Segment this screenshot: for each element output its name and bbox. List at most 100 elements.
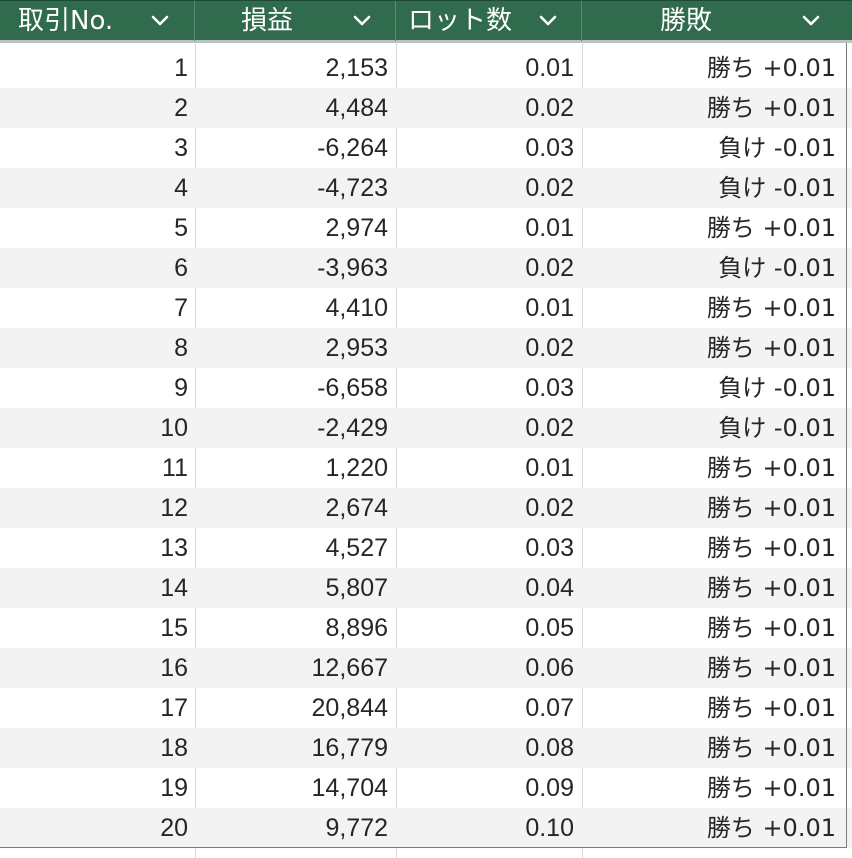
win-loss-cell[interactable]: 勝ち +0.01 — [582, 328, 836, 368]
trade-no-cell[interactable]: 7 — [0, 288, 188, 328]
win-loss-cell[interactable]: 負け -0.01 — [582, 128, 836, 168]
table-row[interactable]: 2 4,484 0.02 勝ち +0.01 — [0, 88, 852, 128]
header-profit-loss[interactable]: 損益 — [195, 1, 396, 41]
lot-size-cell[interactable]: 0.01 — [396, 208, 574, 248]
table-row[interactable]: 3 -6,264 0.03 負け -0.01 — [0, 128, 852, 168]
trade-no-cell[interactable]: 8 — [0, 328, 188, 368]
win-loss-cell[interactable]: 勝ち +0.01 — [582, 288, 836, 328]
table-row[interactable]: 13 4,527 0.03 勝ち +0.01 — [0, 528, 852, 568]
trade-no-cell[interactable]: 15 — [0, 608, 188, 648]
trade-no-cell[interactable]: 18 — [0, 728, 188, 768]
table-row[interactable]: 9 -6,658 0.03 負け -0.01 — [0, 368, 852, 408]
win-loss-cell[interactable]: 勝ち +0.01 — [582, 808, 836, 848]
profit-loss-cell[interactable]: 12,667 — [195, 648, 388, 688]
trade-no-cell[interactable]: 14 — [0, 568, 188, 608]
trade-no-cell[interactable]: 2 — [0, 88, 188, 128]
table-row[interactable]: 20 9,772 0.10 勝ち +0.01 — [0, 808, 852, 848]
profit-loss-cell[interactable]: 4,527 — [195, 528, 388, 568]
lot-size-cell[interactable]: 0.04 — [396, 568, 574, 608]
lot-size-cell[interactable]: 0.01 — [396, 288, 574, 328]
table-row[interactable]: 18 16,779 0.08 勝ち +0.01 — [0, 728, 852, 768]
table-row[interactable]: 19 14,704 0.09 勝ち +0.01 — [0, 768, 852, 808]
win-loss-cell[interactable]: 負け -0.01 — [582, 408, 836, 448]
table-row[interactable]: 6 -3,963 0.02 負け -0.01 — [0, 248, 852, 288]
table-row[interactable]: 14 5,807 0.04 勝ち +0.01 — [0, 568, 852, 608]
table-row[interactable]: 17 20,844 0.07 勝ち +0.01 — [0, 688, 852, 728]
table-row[interactable]: 8 2,953 0.02 勝ち +0.01 — [0, 328, 852, 368]
trade-no-cell[interactable]: 12 — [0, 488, 188, 528]
profit-loss-cell[interactable]: -2,429 — [195, 408, 388, 448]
table-row[interactable]: 15 8,896 0.05 勝ち +0.01 — [0, 608, 852, 648]
trade-no-cell[interactable]: 13 — [0, 528, 188, 568]
profit-loss-cell[interactable]: 16,779 — [195, 728, 388, 768]
lot-size-cell[interactable]: 0.02 — [396, 168, 574, 208]
header-lot-size[interactable]: ロット数 — [396, 1, 582, 41]
trade-no-cell[interactable]: 3 — [0, 128, 188, 168]
lot-size-cell[interactable]: 0.01 — [396, 448, 574, 488]
win-loss-cell[interactable]: 勝ち +0.01 — [582, 568, 836, 608]
profit-loss-cell[interactable]: -4,723 — [195, 168, 388, 208]
trade-no-cell[interactable]: 1 — [0, 48, 188, 88]
trade-no-cell[interactable]: 10 — [0, 408, 188, 448]
win-loss-cell[interactable]: 勝ち +0.01 — [582, 728, 836, 768]
profit-loss-cell[interactable]: 14,704 — [195, 768, 388, 808]
profit-loss-cell[interactable]: 1,220 — [195, 448, 388, 488]
lot-size-cell[interactable]: 0.03 — [396, 128, 574, 168]
chevron-down-icon[interactable] — [801, 11, 821, 31]
header-win-loss[interactable]: 勝敗 — [582, 1, 848, 41]
lot-size-cell[interactable]: 0.06 — [396, 648, 574, 688]
profit-loss-cell[interactable]: 2,974 — [195, 208, 388, 248]
lot-size-cell[interactable]: 0.02 — [396, 248, 574, 288]
table-row[interactable]: 1 2,153 0.01 勝ち +0.01 — [0, 48, 852, 88]
trade-no-cell[interactable]: 20 — [0, 808, 188, 848]
table-row[interactable]: 10 -2,429 0.02 負け -0.01 — [0, 408, 852, 448]
profit-loss-cell[interactable]: 4,410 — [195, 288, 388, 328]
lot-size-cell[interactable]: 0.02 — [396, 488, 574, 528]
win-loss-cell[interactable]: 勝ち +0.01 — [582, 208, 836, 248]
win-loss-cell[interactable]: 負け -0.01 — [582, 168, 836, 208]
lot-size-cell[interactable]: 0.07 — [396, 688, 574, 728]
win-loss-cell[interactable]: 負け -0.01 — [582, 368, 836, 408]
lot-size-cell[interactable]: 0.08 — [396, 728, 574, 768]
win-loss-cell[interactable]: 勝ち +0.01 — [582, 688, 836, 728]
chevron-down-icon[interactable] — [352, 11, 372, 31]
lot-size-cell[interactable]: 0.02 — [396, 408, 574, 448]
profit-loss-cell[interactable]: -3,963 — [195, 248, 388, 288]
profit-loss-cell[interactable]: 2,953 — [195, 328, 388, 368]
win-loss-cell[interactable]: 勝ち +0.01 — [582, 48, 836, 88]
trade-no-cell[interactable]: 17 — [0, 688, 188, 728]
win-loss-cell[interactable]: 勝ち +0.01 — [582, 528, 836, 568]
profit-loss-cell[interactable]: 2,153 — [195, 48, 388, 88]
profit-loss-cell[interactable]: 4,484 — [195, 88, 388, 128]
lot-size-cell[interactable]: 0.10 — [396, 808, 574, 848]
lot-size-cell[interactable]: 0.05 — [396, 608, 574, 648]
lot-size-cell[interactable]: 0.02 — [396, 88, 574, 128]
trade-no-cell[interactable]: 9 — [0, 368, 188, 408]
trade-no-cell[interactable]: 4 — [0, 168, 188, 208]
profit-loss-cell[interactable]: 9,772 — [195, 808, 388, 848]
win-loss-cell[interactable]: 勝ち +0.01 — [582, 448, 836, 488]
table-row[interactable]: 16 12,667 0.06 勝ち +0.01 — [0, 648, 852, 688]
table-row[interactable]: 5 2,974 0.01 勝ち +0.01 — [0, 208, 852, 248]
lot-size-cell[interactable]: 0.03 — [396, 368, 574, 408]
profit-loss-cell[interactable]: 5,807 — [195, 568, 388, 608]
chevron-down-icon[interactable] — [150, 11, 170, 31]
lot-size-cell[interactable]: 0.03 — [396, 528, 574, 568]
lot-size-cell[interactable]: 0.02 — [396, 328, 574, 368]
profit-loss-cell[interactable]: 2,674 — [195, 488, 388, 528]
win-loss-cell[interactable]: 勝ち +0.01 — [582, 488, 836, 528]
header-trade-no[interactable]: 取引No. — [0, 1, 195, 41]
table-row[interactable]: 11 1,220 0.01 勝ち +0.01 — [0, 448, 852, 488]
win-loss-cell[interactable]: 勝ち +0.01 — [582, 768, 836, 808]
table-row[interactable]: 4 -4,723 0.02 負け -0.01 — [0, 168, 852, 208]
trade-no-cell[interactable]: 19 — [0, 768, 188, 808]
win-loss-cell[interactable]: 負け -0.01 — [582, 248, 836, 288]
trade-no-cell[interactable]: 6 — [0, 248, 188, 288]
lot-size-cell[interactable]: 0.09 — [396, 768, 574, 808]
win-loss-cell[interactable]: 勝ち +0.01 — [582, 608, 836, 648]
win-loss-cell[interactable]: 勝ち +0.01 — [582, 88, 836, 128]
trade-no-cell[interactable]: 5 — [0, 208, 188, 248]
profit-loss-cell[interactable]: -6,264 — [195, 128, 388, 168]
win-loss-cell[interactable]: 勝ち +0.01 — [582, 648, 836, 688]
profit-loss-cell[interactable]: 8,896 — [195, 608, 388, 648]
